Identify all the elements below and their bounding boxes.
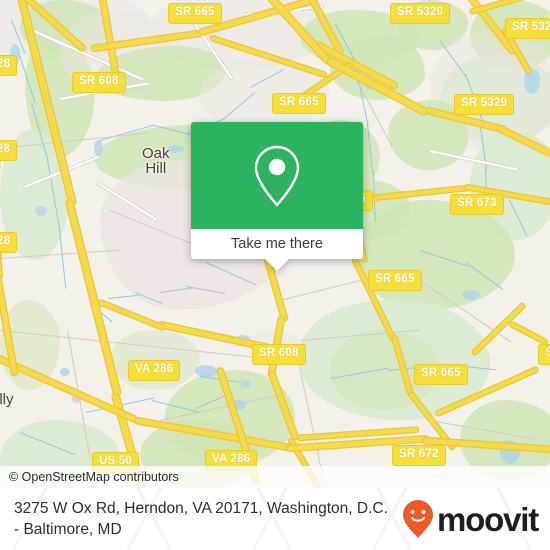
- road-shield: SR 665: [368, 270, 422, 291]
- map-water: [60, 368, 70, 376]
- address-text: 3275 W Ox Rd, Herndon, VA 20171, Washing…: [14, 498, 388, 540]
- road-shield: SR 608: [72, 72, 126, 93]
- map-stream: [58, 229, 67, 289]
- road-shield: SR 5320: [390, 3, 451, 24]
- road-shield: SR 5320: [505, 18, 550, 39]
- map-road-major: [510, 322, 548, 345]
- map-canvas[interactable]: Oak Hill illy SR 665 SR 5320 SR 5320 SR …: [0, 0, 550, 488]
- place-label-oak-hill: Oak Hill: [142, 146, 170, 176]
- moovit-logo: moovit: [401, 499, 539, 539]
- road-shield: VA 286: [128, 360, 181, 381]
- place-label-line: Hill: [145, 160, 167, 177]
- road-shield: SR 673: [450, 194, 504, 215]
- place-label-line: Oak: [142, 145, 170, 162]
- location-popup-card[interactable]: Take me there: [191, 122, 363, 271]
- map-attribution-bar: © OpenStreetMap contributors: [0, 466, 550, 488]
- popup-header: [191, 122, 363, 229]
- footer-bar: 3275 W Ox Rd, Herndon, VA 20171, Washing…: [0, 488, 550, 550]
- map-pin-icon: [254, 145, 300, 207]
- road-shield: SR 665: [414, 364, 468, 385]
- road-shield: 28: [0, 232, 18, 253]
- road-shield: SR 665: [168, 3, 222, 24]
- address-line-2: - Baltimore, MD: [14, 521, 122, 538]
- address-line-1: 3275 W Ox Rd, Herndon, VA 20171, Washing…: [14, 500, 388, 517]
- moovit-pin-smiley-icon: [403, 500, 434, 538]
- map-screenshot: Oak Hill illy SR 665 SR 5320 SR 5320 SR …: [0, 0, 550, 550]
- osm-attribution-text: © OpenStreetMap contributors: [9, 470, 179, 484]
- road-shield: SR 665: [272, 93, 326, 114]
- map-stream: [108, 294, 138, 300]
- road-shield: 28: [0, 140, 18, 161]
- road-shield: SR 5329: [454, 94, 515, 115]
- moovit-wordmark: moovit: [437, 500, 539, 538]
- place-label-chantilly: illy: [0, 392, 14, 407]
- take-me-there-label: Take me there: [231, 236, 323, 252]
- road-shield: SR 608: [252, 344, 306, 365]
- road-shield: 28: [0, 55, 18, 76]
- place-label-line: illy: [0, 391, 14, 408]
- popup-footer[interactable]: Take me there: [191, 229, 363, 271]
- popup-tail: [265, 259, 289, 271]
- road-shield: SR 672: [392, 445, 446, 466]
- road-shield: S: [538, 344, 550, 365]
